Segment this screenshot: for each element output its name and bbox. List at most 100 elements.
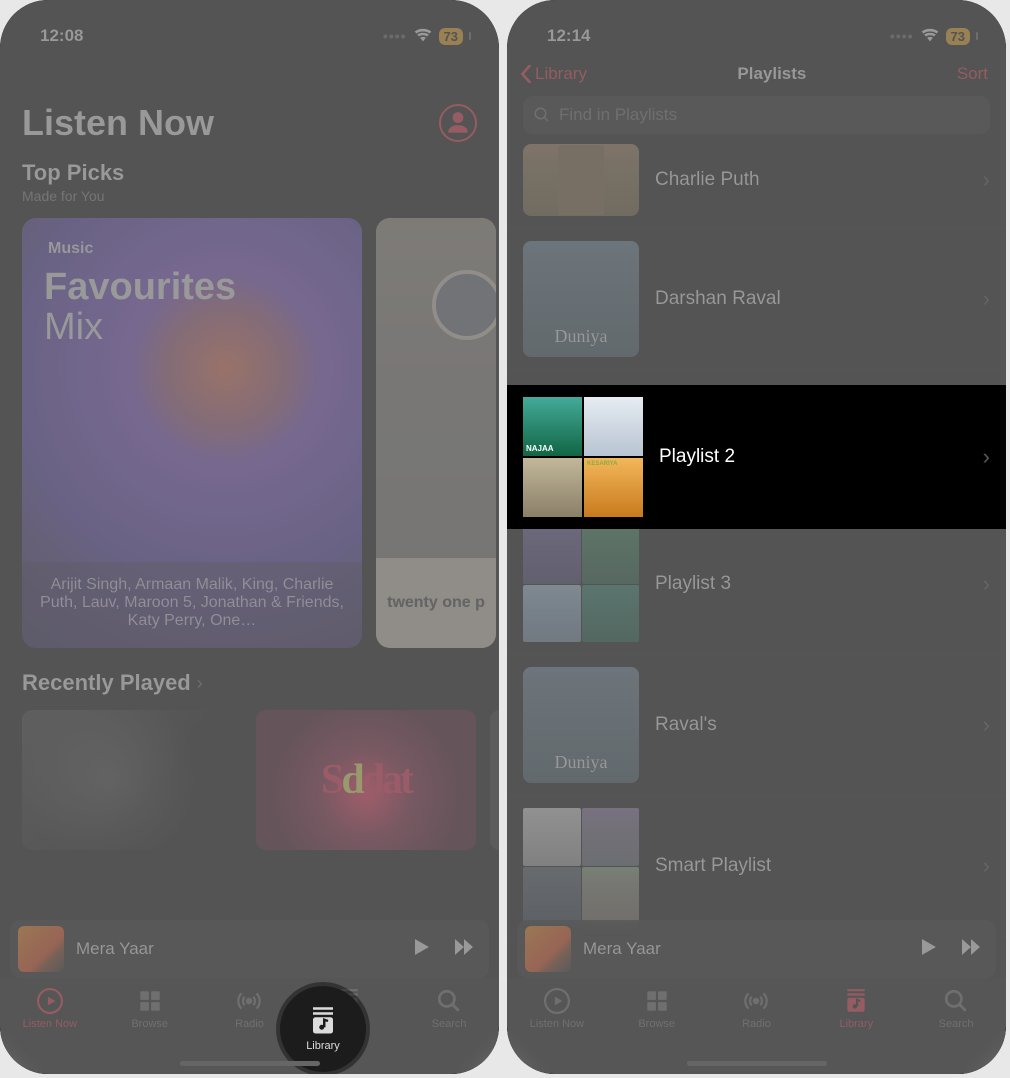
- playlist-name: Playlist 3: [655, 573, 967, 595]
- cellular-dots-icon: ••••: [383, 28, 407, 44]
- wifi-icon: [920, 26, 940, 47]
- playlist-artwork: Duniya: [523, 241, 639, 357]
- search-icon: [436, 988, 462, 1014]
- section-title-recently-played: Recently Played: [22, 670, 191, 696]
- tab-browse[interactable]: Browse: [111, 988, 189, 1030]
- status-bar: 12:14 •••• 73: [507, 0, 1006, 54]
- playlist-artwork: [523, 526, 639, 642]
- account-button[interactable]: [439, 104, 477, 142]
- top-picks-carousel[interactable]: Music Favourites Mix Arijit Singh, Armaa…: [0, 204, 499, 648]
- recent-item[interactable]: [490, 710, 499, 850]
- playlist-name: Smart Playlist: [655, 855, 967, 877]
- highlight-library-tab[interactable]: Library: [280, 986, 366, 1072]
- chevron-right-icon: ›: [983, 712, 990, 738]
- now-playing-bar[interactable]: Mera Yaar: [517, 920, 996, 978]
- section-recently-played[interactable]: Recently Played ›: [0, 648, 499, 704]
- playlist-name: Darshan Raval: [655, 288, 967, 310]
- card-title-line1: Favourites: [44, 266, 236, 308]
- screen-listen-now: 12:08 •••• 73 Listen Now Top Picks Made …: [0, 0, 499, 1074]
- tab-listen-now[interactable]: Listen Now: [11, 988, 89, 1030]
- sort-button[interactable]: Sort: [957, 64, 988, 84]
- battery-indicator: 73: [439, 28, 463, 45]
- tab-library[interactable]: Library: [817, 988, 895, 1030]
- search-icon: [533, 106, 551, 124]
- chevron-right-icon: ›: [983, 286, 990, 312]
- page-title: Listen Now: [22, 102, 214, 144]
- nav-bar: Library Playlists Sort: [507, 54, 1006, 92]
- tab-bar: Listen Now Browse Radio Library Search: [0, 978, 499, 1074]
- playlist-row[interactable]: Playlist 3 ›: [507, 514, 1006, 655]
- home-indicator[interactable]: [687, 1061, 827, 1066]
- tab-radio[interactable]: Radio: [210, 988, 288, 1030]
- radio-icon: [743, 988, 769, 1014]
- recent-item[interactable]: [22, 710, 242, 850]
- chevron-right-icon: ›: [983, 444, 990, 470]
- now-playing-artwork: [525, 926, 571, 972]
- recent-item[interactable]: Sddat: [256, 710, 476, 850]
- screen-playlists: 12:14 •••• 73 Library Playlists Sort Fin…: [507, 0, 1006, 1074]
- chevron-right-icon: ›: [197, 673, 203, 694]
- playlist-artwork: [523, 808, 639, 924]
- now-playing-bar[interactable]: Mera Yaar: [10, 920, 489, 978]
- card-favourites-mix[interactable]: Music Favourites Mix Arijit Singh, Armaa…: [22, 218, 362, 648]
- recently-played-carousel[interactable]: Sddat: [0, 704, 499, 850]
- playlists-list[interactable]: Charlie Puth › Duniya Darshan Raval › Pl…: [507, 140, 1006, 937]
- chevron-right-icon: ›: [983, 167, 990, 193]
- apple-music-brand: Music: [44, 240, 340, 258]
- playlist-artwork: [523, 397, 643, 517]
- back-button[interactable]: Library: [519, 64, 587, 84]
- playlist-row[interactable]: Smart Playlist ›: [507, 796, 1006, 937]
- playlist-name: Raval's: [655, 714, 967, 736]
- forward-button[interactable]: [451, 935, 475, 964]
- play-circle-icon: [37, 988, 63, 1014]
- play-circle-icon: [544, 988, 570, 1014]
- playlist-row[interactable]: Duniya Darshan Raval ›: [507, 229, 1006, 370]
- library-icon: [308, 1006, 338, 1036]
- status-time: 12:14: [547, 26, 590, 46]
- tab-search[interactable]: Search: [917, 988, 995, 1030]
- library-icon: [843, 988, 869, 1014]
- playlist-name: Charlie Puth: [655, 169, 967, 191]
- home-indicator[interactable]: [180, 1061, 320, 1066]
- tab-radio[interactable]: Radio: [717, 988, 795, 1030]
- play-button[interactable]: [409, 935, 433, 964]
- status-bar: 12:08 •••• 73: [0, 0, 499, 54]
- radio-icon: [236, 988, 262, 1014]
- artist-avatar: [432, 270, 496, 340]
- now-playing-artwork: [18, 926, 64, 972]
- wifi-icon: [413, 26, 433, 47]
- playlist-row-highlighted[interactable]: Playlist 2 ›: [507, 385, 1006, 529]
- chevron-right-icon: ›: [983, 853, 990, 879]
- search-icon: [943, 988, 969, 1014]
- playlist-name: Playlist 2: [659, 446, 967, 468]
- person-icon: [445, 110, 471, 136]
- cellular-dots-icon: ••••: [890, 28, 914, 44]
- playlist-row[interactable]: Duniya Raval's ›: [507, 655, 1006, 796]
- card-featuring[interactable]: twenty one p: [376, 218, 496, 648]
- grid-icon: [137, 988, 163, 1014]
- card-artists: Arijit Singh, Armaan Malik, King, Charli…: [22, 562, 362, 648]
- tab-browse[interactable]: Browse: [618, 988, 696, 1030]
- nav-title: Playlists: [737, 64, 806, 84]
- playlist-artwork: [523, 144, 639, 216]
- chevron-left-icon: [519, 65, 533, 83]
- card-side-label: twenty one p: [376, 558, 496, 648]
- status-time: 12:08: [40, 26, 83, 46]
- section-subtitle: Made for You: [22, 188, 477, 204]
- card-title-line2: Mix: [44, 306, 103, 348]
- search-input[interactable]: Find in Playlists: [523, 96, 990, 134]
- playlist-row[interactable]: Charlie Puth ›: [507, 140, 1006, 229]
- tab-listen-now[interactable]: Listen Now: [518, 988, 596, 1030]
- now-playing-title: Mera Yaar: [76, 939, 397, 959]
- section-title-top-picks: Top Picks: [22, 160, 477, 186]
- grid-icon: [644, 988, 670, 1014]
- play-button[interactable]: [916, 935, 940, 964]
- playlist-artwork: Duniya: [523, 667, 639, 783]
- now-playing-title: Mera Yaar: [583, 939, 904, 959]
- battery-indicator: 73: [946, 28, 970, 45]
- forward-button[interactable]: [958, 935, 982, 964]
- search-placeholder: Find in Playlists: [559, 105, 677, 125]
- tab-bar: Listen Now Browse Radio Library Search: [507, 978, 1006, 1074]
- tab-search[interactable]: Search: [410, 988, 488, 1030]
- chevron-right-icon: ›: [983, 571, 990, 597]
